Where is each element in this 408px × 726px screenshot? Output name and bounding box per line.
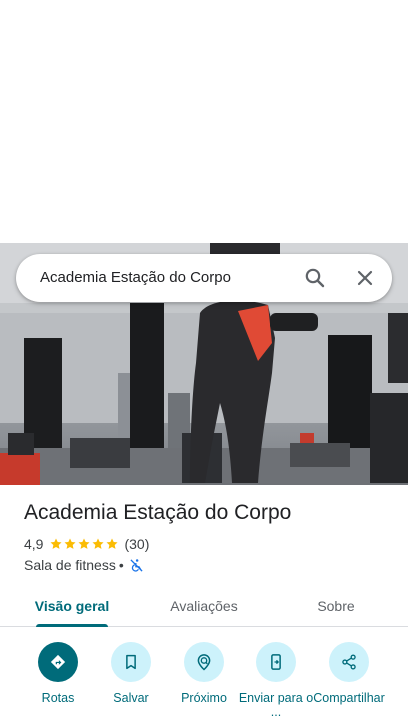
search-icon[interactable] — [303, 266, 327, 290]
search-bar[interactable]: Academia Estação do Corpo — [16, 254, 392, 302]
active-tab-indicator — [36, 624, 108, 627]
separator-dot: • — [118, 557, 124, 573]
tab-bar: Visão geral Avaliações Sobre — [0, 585, 408, 627]
star-icon — [64, 538, 77, 549]
star-icon — [106, 538, 119, 549]
rating-row[interactable]: 4,9 (30) — [24, 535, 149, 553]
save-button[interactable]: Salvar — [91, 642, 171, 705]
tab-about[interactable]: Sobre — [288, 585, 384, 627]
send-to-phone-button[interactable]: Enviar para o ... — [236, 642, 316, 719]
action-buttons: Rotas Salvar Próximo Enviar para o ... C… — [0, 640, 408, 726]
directions-label: Rotas — [41, 691, 75, 705]
star-icon — [92, 538, 105, 549]
send-to-phone-label: Enviar para o ... — [238, 691, 314, 719]
place-category: Sala de fitness — [24, 557, 116, 573]
save-label: Salvar — [113, 691, 149, 705]
tab-overview[interactable]: Visão geral — [24, 585, 120, 627]
star-icon — [50, 538, 63, 549]
review-count[interactable]: (30) — [124, 536, 149, 552]
star-rating — [49, 537, 119, 551]
nearby-button[interactable]: Próximo — [164, 642, 244, 705]
rating-value: 4,9 — [24, 536, 44, 552]
bookmark-icon — [111, 642, 151, 682]
category-row: Sala de fitness • — [24, 556, 144, 574]
directions-icon — [38, 642, 78, 682]
search-query-text[interactable]: Academia Estação do Corpo — [40, 269, 231, 286]
not-wheelchair-accessible-icon[interactable] — [129, 558, 144, 573]
tab-reviews[interactable]: Avaliações — [156, 585, 252, 627]
share-button[interactable]: Compartilhar — [309, 642, 389, 705]
place-title: Academia Estação do Corpo — [24, 501, 292, 524]
map-area[interactable] — [0, 0, 408, 243]
star-icon — [78, 538, 91, 549]
nearby-label: Próximo — [181, 691, 227, 705]
close-icon[interactable] — [353, 266, 377, 290]
share-label: Compartilhar — [313, 691, 385, 705]
nearby-icon — [184, 642, 224, 682]
directions-button[interactable]: Rotas — [18, 642, 98, 705]
share-icon — [329, 642, 369, 682]
send-to-phone-icon — [256, 642, 296, 682]
